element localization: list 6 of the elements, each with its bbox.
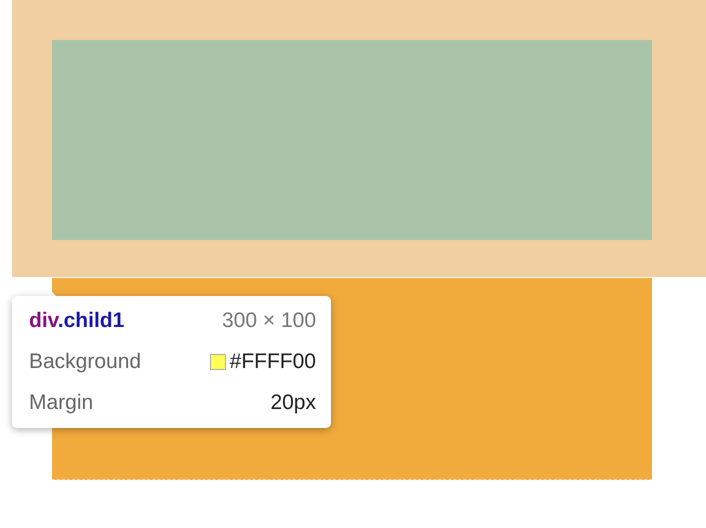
property-label: Margin xyxy=(29,390,94,416)
element-selector: div.child1 xyxy=(29,308,124,334)
property-label: Background xyxy=(29,349,142,375)
element-size: 300 × 100 xyxy=(222,308,316,334)
property-value: 20px xyxy=(270,390,316,416)
property-value: #FFFF00 xyxy=(230,349,316,375)
